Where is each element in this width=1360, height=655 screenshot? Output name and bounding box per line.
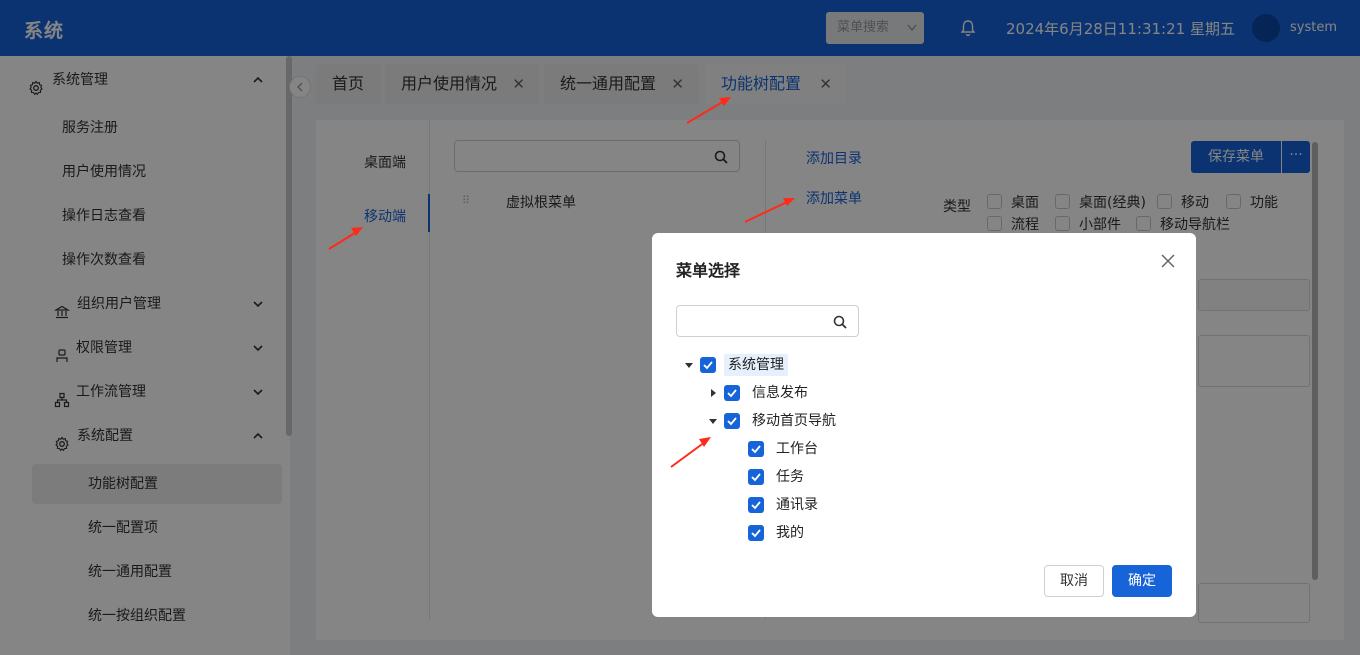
checkbox-checked[interactable] xyxy=(748,469,764,485)
tree-node-label: 移动首页导航 xyxy=(752,413,836,429)
tree-node-label: 系统管理 xyxy=(724,354,788,376)
tree-node-system-management[interactable]: 系统管理 xyxy=(684,354,884,376)
dialog-search-input[interactable] xyxy=(676,305,859,337)
tree-node-tasks[interactable]: 任务 xyxy=(732,466,932,488)
checkbox-checked[interactable] xyxy=(748,497,764,513)
tree-node-mine[interactable]: 我的 xyxy=(732,522,932,544)
search-icon xyxy=(832,314,848,330)
cancel-button[interactable]: 取消 xyxy=(1044,565,1104,597)
tree-node-mobile-home-nav[interactable]: 移动首页导航 xyxy=(708,410,908,432)
tree-node-label: 工作台 xyxy=(776,441,818,457)
caret-down-icon[interactable] xyxy=(708,410,720,441)
tree-node-label: 信息发布 xyxy=(752,385,808,401)
confirm-button[interactable]: 确定 xyxy=(1112,565,1172,597)
tree-node-workbench[interactable]: 工作台 xyxy=(732,438,932,460)
tree-node-label: 任务 xyxy=(776,469,804,485)
caret-right-icon[interactable] xyxy=(708,382,720,413)
tree-node-label: 通讯录 xyxy=(776,497,818,513)
dialog-title: 菜单选择 xyxy=(676,261,741,280)
close-icon[interactable] xyxy=(1159,252,1177,270)
menu-select-dialog: 菜单选择 系统管理 信息发布 移动首页导航 工作台 任务 通讯录 我的 取消 确… xyxy=(652,233,1196,617)
checkbox-checked[interactable] xyxy=(724,413,740,429)
checkbox-checked[interactable] xyxy=(724,385,740,401)
tree-node-contacts[interactable]: 通讯录 xyxy=(732,494,932,516)
checkbox-checked[interactable] xyxy=(748,525,764,541)
checkbox-checked[interactable] xyxy=(700,357,716,373)
checkbox-checked[interactable] xyxy=(748,441,764,457)
tree-node-label: 我的 xyxy=(776,525,804,541)
caret-down-icon[interactable] xyxy=(684,354,696,385)
tree-node-info-publish[interactable]: 信息发布 xyxy=(708,382,908,404)
